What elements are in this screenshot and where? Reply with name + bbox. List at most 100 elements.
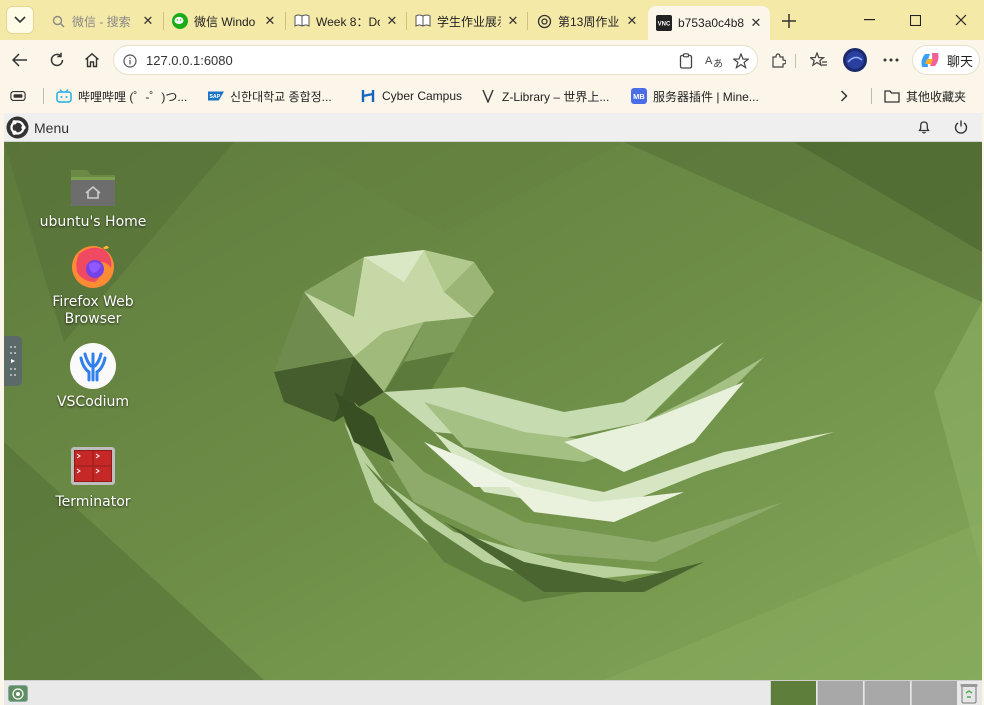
desktop-icon-firefox[interactable]: Firefox Web Browser: [33, 242, 153, 328]
close-icon[interactable]: ✕: [262, 13, 278, 29]
profile-avatar[interactable]: [841, 46, 869, 74]
bell-icon[interactable]: [916, 119, 932, 135]
ellipsis-icon: [883, 58, 899, 62]
ubuntu-menu-icon[interactable]: [6, 116, 29, 139]
address-bar[interactable]: 127.0.0.1:6080 Aあ: [113, 45, 758, 75]
vnc-icon: VNC: [656, 15, 672, 31]
tab-vnc-active[interactable]: VNC b753a0c4b8 ✕: [648, 6, 770, 40]
favorites-icon: [810, 52, 827, 67]
bookmark-shinhan[interactable]: SAP 신한대학교 종합정...: [208, 86, 332, 106]
chevron-down-icon: [14, 16, 26, 24]
svg-text:A: A: [705, 55, 713, 67]
close-window-button[interactable]: [938, 0, 984, 40]
workspace-2[interactable]: [817, 681, 863, 705]
new-tab-button[interactable]: [776, 8, 802, 34]
trash-icon[interactable]: [959, 683, 979, 704]
close-icon[interactable]: ✕: [624, 13, 640, 29]
tab-title: 学生作业展示: [437, 14, 501, 29]
refresh-button[interactable]: [43, 46, 71, 74]
minimize-button[interactable]: [846, 0, 892, 40]
power-icon[interactable]: [953, 119, 969, 135]
maximize-icon: [909, 14, 921, 26]
puzzle-icon: [772, 53, 786, 68]
copilot-chat-button[interactable]: 聊天: [912, 45, 980, 75]
bottom-panel: [4, 680, 982, 705]
desktop-icon-label: Terminator: [55, 494, 131, 510]
firefox-icon: [72, 246, 114, 288]
tab-actions-bookmark[interactable]: [10, 86, 32, 106]
workspace-3[interactable]: [864, 681, 910, 705]
maximize-button[interactable]: [892, 0, 938, 40]
close-icon: [955, 14, 967, 26]
info-icon[interactable]: [120, 51, 140, 71]
book-icon: [415, 13, 431, 29]
close-icon[interactable]: ✕: [748, 15, 764, 31]
minimize-icon: [863, 19, 875, 21]
svg-text:MB: MB: [633, 92, 645, 101]
tab-student-homework[interactable]: 学生作业展示 ✕: [407, 6, 527, 36]
close-icon[interactable]: ✕: [505, 13, 521, 29]
favorites-button[interactable]: [805, 46, 833, 74]
desktop-icon-terminator[interactable]: Terminator: [33, 442, 153, 511]
star-icon[interactable]: [731, 51, 751, 71]
bilibili-icon: [56, 88, 72, 104]
svg-text:VNC: VNC: [658, 22, 671, 28]
show-desktop-button[interactable]: [8, 685, 28, 702]
bookmark-server-plugins[interactable]: MB 服务器插件 | Mine...: [631, 86, 759, 106]
tab-strip: 微信 - 搜索 ✕ 微信 Windo ✕ Week 8：Do ✕ 学生作业展示 …: [0, 0, 984, 40]
other-bookmarks-label: 其他收藏夹: [906, 89, 967, 104]
more-menu-button[interactable]: [877, 46, 905, 74]
tab-actions-menu-button[interactable]: [6, 6, 34, 34]
home-button[interactable]: [78, 46, 106, 74]
menu-button[interactable]: Menu: [34, 120, 69, 136]
workspace-1[interactable]: [770, 681, 816, 705]
grip-icon: [10, 346, 16, 376]
bookmark-zlibrary[interactable]: Z-Library – 世界上...: [480, 86, 609, 106]
workspace-4[interactable]: [911, 681, 957, 705]
chevron-right-icon: [840, 90, 848, 102]
tab-title: 微信 - 搜索: [72, 14, 131, 29]
close-icon[interactable]: ✕: [140, 13, 156, 29]
address-toolbar: 127.0.0.1:6080 Aあ 聊天: [0, 40, 984, 80]
bookmark-label: 服务器插件 | Mine...: [653, 89, 759, 104]
clipboard-icon[interactable]: [676, 51, 696, 71]
bookmarks-overflow-button[interactable]: [840, 86, 848, 106]
sap-icon: SAP: [208, 88, 224, 104]
refresh-icon: [50, 52, 64, 67]
desktop-icon-home[interactable]: ubuntu's Home: [33, 162, 153, 231]
book-icon: [294, 13, 310, 29]
bookmark-bilibili[interactable]: 哔哩哔哩 (゜-゜)つ...: [56, 86, 187, 106]
url-text: 127.0.0.1:6080: [146, 53, 233, 68]
other-bookmarks-folder[interactable]: 其他收藏夹: [884, 86, 966, 106]
svg-text:あ: あ: [713, 58, 723, 69]
translate-icon[interactable]: Aあ: [704, 51, 724, 71]
wechat-icon: [172, 13, 188, 29]
desktop-icon-label: ubuntu's Home: [39, 214, 147, 230]
folder-icon: [884, 88, 900, 104]
bookmark-cyber-campus[interactable]: Cyber Campus: [360, 86, 462, 106]
search-icon: [50, 13, 66, 29]
tab-week8[interactable]: Week 8：Do ✕: [286, 6, 406, 36]
back-button[interactable]: [6, 46, 34, 74]
terminator-icon: [71, 447, 115, 485]
cybercampus-icon: [360, 88, 376, 104]
vscodium-icon: [70, 343, 116, 389]
desktop-icon-vscodium[interactable]: VSCodium: [33, 342, 153, 411]
close-icon[interactable]: ✕: [384, 13, 400, 29]
tab-wechat-search[interactable]: 微信 - 搜索 ✕: [42, 6, 162, 36]
bookmarks-bar: 哔哩哔哩 (゜-゜)つ... SAP 신한대학교 종합정... Cyber Ca…: [0, 80, 984, 112]
desktop-icon-label: Firefox Web Browser: [52, 294, 134, 327]
tab-title: Week 8：Do: [316, 14, 380, 29]
vnc-viewer[interactable]: Menu ubuntu's Home Firefox Web Browser V…: [4, 113, 982, 705]
extensions-button[interactable]: [764, 46, 792, 74]
avatar-icon: [843, 48, 867, 72]
bookmark-label: 신한대학교 종합정...: [230, 89, 332, 104]
tab-wechat-windows[interactable]: 微信 Windo ✕: [164, 6, 284, 36]
novnc-control-bar-handle[interactable]: [4, 336, 22, 386]
arrow-left-icon: [12, 53, 27, 67]
tablet-icon: [10, 88, 26, 104]
desktop[interactable]: ubuntu's Home Firefox Web Browser VSCodi…: [4, 142, 982, 680]
tab-title: b753a0c4b8: [678, 16, 744, 30]
show-desktop-icon: [12, 687, 24, 700]
tab-week13-homework[interactable]: 第13周作业 ✕: [528, 6, 646, 36]
